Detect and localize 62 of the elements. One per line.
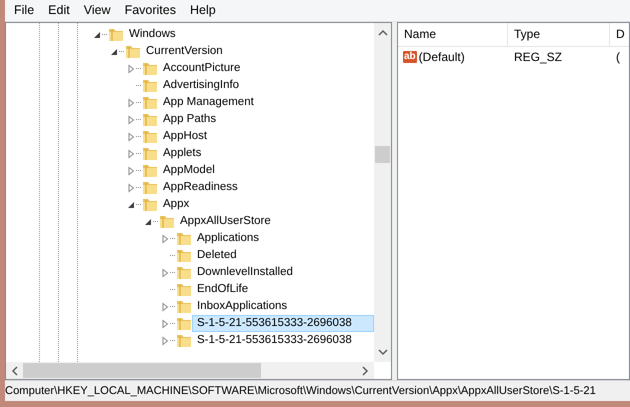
tree-item[interactable]: InboxApplications [192, 298, 292, 315]
folder-icon [125, 44, 141, 59]
menu-item[interactable]: Favorites [118, 1, 183, 20]
tree-item[interactable]: AppReadiness [158, 179, 242, 196]
folder-icon [108, 27, 124, 42]
folder-icon [142, 129, 158, 144]
tree-item[interactable]: AppModel [158, 162, 219, 179]
menu-item[interactable]: File [7, 1, 42, 20]
menu-item[interactable]: Help [182, 1, 223, 20]
folder-icon [176, 231, 192, 246]
menu-item[interactable]: Edit [41, 1, 77, 20]
folder-icon [142, 78, 158, 93]
value-name[interactable]: (Default) [418, 48, 465, 66]
tree-item[interactable]: DownlevelInstalled [192, 264, 297, 281]
column-header[interactable]: Name [398, 23, 508, 46]
column-header[interactable]: D [610, 23, 629, 46]
folder-icon [176, 316, 192, 331]
tree-item[interactable]: S-1-5-21-553615333-2696038 [192, 332, 356, 349]
tree-item[interactable]: AppHost [158, 128, 212, 145]
tree-item[interactable]: CurrentVersion [141, 43, 227, 60]
tree-item[interactable]: AdvertisingInfo [158, 77, 244, 94]
expand-arrow-icon[interactable] [126, 64, 136, 74]
scroll-up-icon[interactable] [378, 28, 388, 38]
expand-arrow-icon[interactable] [160, 234, 170, 244]
string-value-icon: ab [403, 51, 417, 63]
tree-item[interactable]: Windows [124, 26, 180, 43]
folder-icon [142, 197, 158, 212]
folder-icon [142, 95, 158, 110]
column-header[interactable]: Type [508, 23, 610, 46]
folder-icon [142, 180, 158, 195]
scroll-right-icon[interactable] [360, 366, 370, 376]
expand-arrow-icon[interactable] [160, 268, 170, 278]
menu-item[interactable]: View [76, 1, 118, 20]
tree-item[interactable]: App Management [158, 94, 258, 111]
folder-icon [142, 163, 158, 178]
folder-icon [142, 146, 158, 161]
value-type: REG_SZ [514, 50, 562, 64]
tree-item[interactable]: Appx [158, 196, 194, 213]
tree-item[interactable]: Deleted [192, 247, 241, 264]
scroll-thumb[interactable] [375, 146, 390, 163]
vertical-scrollbar[interactable] [374, 23, 391, 362]
horizontal-scrollbar[interactable] [6, 362, 374, 379]
folder-icon [159, 214, 175, 229]
tree-item[interactable]: Applets [158, 145, 206, 162]
tree-item[interactable]: AccountPicture [158, 60, 244, 77]
folder-icon [142, 112, 158, 127]
tree-item[interactable]: EndOfLife [192, 281, 252, 298]
tree-item[interactable]: S-1-5-21-553615333-2696038 [192, 315, 374, 332]
tree-item[interactable]: AppxAllUserStore [175, 213, 275, 230]
tree-item[interactable]: Applications [192, 230, 264, 247]
status-path: Computer\HKEY_LOCAL_MACHINE\SOFTWARE\Microsoft\Windows\CurrentVersion\Appx\AppxAllUserStore\S-1-5-21 [5, 384, 596, 399]
scroll-left-icon[interactable] [10, 366, 20, 376]
folder-icon [142, 61, 158, 76]
scroll-thumb[interactable] [23, 363, 261, 378]
scroll-down-icon[interactable] [378, 347, 388, 357]
folder-icon [176, 333, 192, 348]
folder-icon [176, 282, 192, 297]
table-cell: ( [616, 50, 620, 64]
folder-icon [176, 265, 192, 280]
folder-icon [176, 299, 192, 314]
folder-icon [176, 248, 192, 263]
tree-item[interactable]: App Paths [158, 111, 220, 128]
